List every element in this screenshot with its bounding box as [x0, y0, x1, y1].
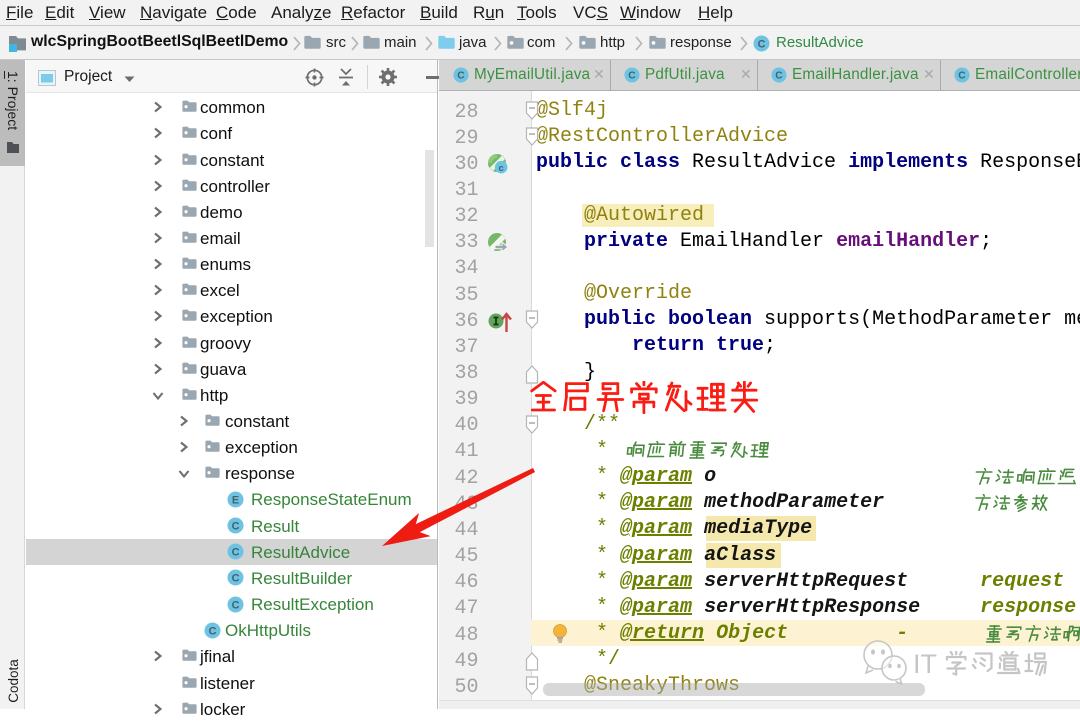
svg-text:C: C — [232, 573, 240, 585]
svg-text:C: C — [758, 38, 766, 50]
svg-text:C: C — [232, 547, 240, 559]
svg-text:C: C — [232, 521, 240, 533]
svg-text:c: c — [499, 163, 504, 174]
svg-text:C: C — [457, 71, 465, 82]
svg-text:C: C — [209, 625, 217, 637]
svg-text:C: C — [775, 71, 783, 82]
svg-text:C: C — [628, 71, 636, 82]
svg-text:C: C — [232, 599, 240, 611]
svg-text:C: C — [958, 71, 966, 82]
svg-text:E: E — [232, 494, 239, 506]
